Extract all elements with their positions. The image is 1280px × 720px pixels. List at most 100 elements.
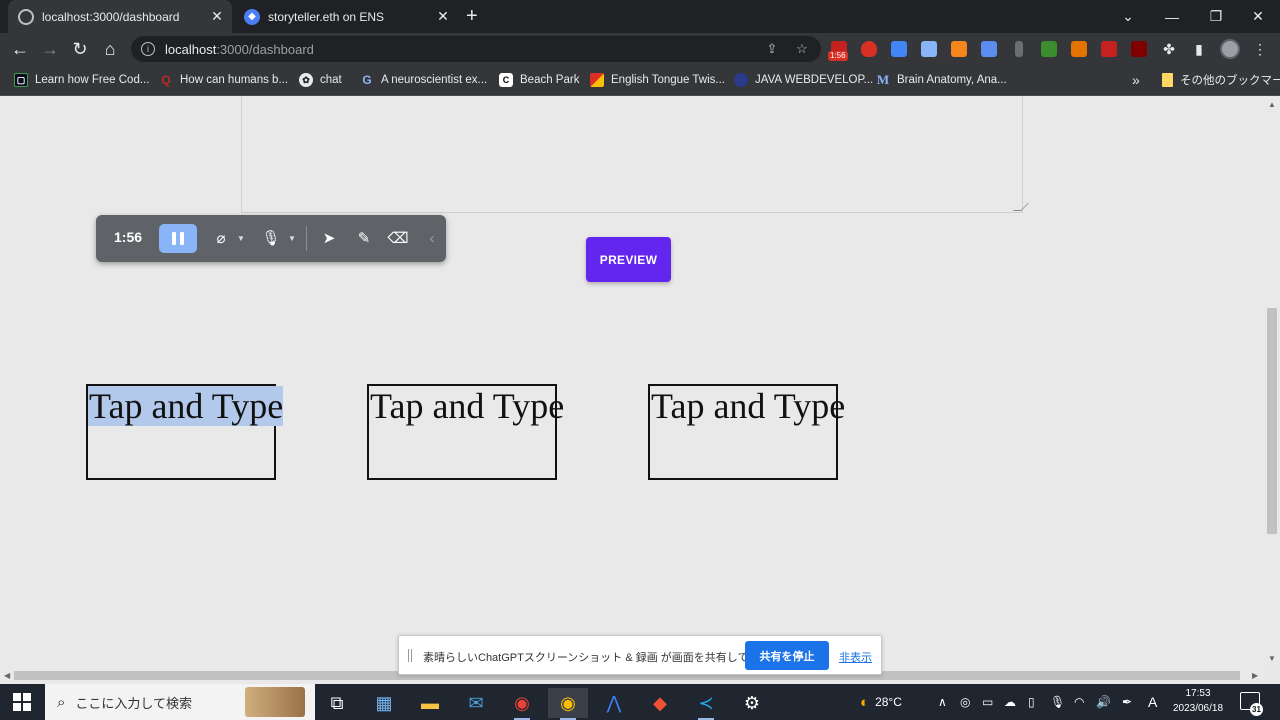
bottle-icon[interactable]: [1015, 41, 1023, 57]
microphone-icon[interactable]: 🎙: [260, 227, 282, 249]
openai-icon: ✿: [299, 73, 313, 87]
tray-mic-icon[interactable]: 🎙: [1050, 684, 1065, 720]
tap-type-text[interactable]: Tap and Type: [369, 386, 564, 426]
bookmark-item[interactable]: G A neuroscientist ex...: [360, 65, 487, 95]
pinterest-icon[interactable]: [1101, 41, 1117, 57]
reload-icon[interactable]: ↻: [68, 37, 92, 61]
tap-type-box[interactable]: Tap and Type: [86, 384, 284, 480]
arc-icon[interactable]: ⋀: [594, 688, 634, 718]
window-close-icon[interactable]: ✕: [1236, 0, 1280, 33]
metamask-icon[interactable]: [951, 41, 967, 57]
bookmark-item[interactable]: JAVA WEBDEVELOP...: [734, 65, 873, 95]
tab-dashboard[interactable]: localhost:3000/dashboard ✕: [8, 0, 232, 33]
bookmark-item[interactable]: ✿ chat: [299, 65, 342, 95]
other-bookmarks[interactable]: その他のブックマーク: [1162, 65, 1280, 95]
bookmark-star-icon[interactable]: ☆: [794, 41, 810, 57]
bookmark-item[interactable]: ▢ Learn how Free Cod...: [14, 65, 149, 95]
file-explorer-icon[interactable]: ▬: [410, 688, 450, 718]
tray-battery-icon[interactable]: ▭: [982, 684, 993, 720]
git-icon[interactable]: ◆: [640, 688, 680, 718]
extension-badge: 1:56: [828, 51, 848, 61]
tab-search-chevron-icon[interactable]: ⌄: [1106, 0, 1150, 33]
tray-cloud-icon[interactable]: ☁: [1004, 684, 1016, 720]
tap-type-box[interactable]: Tap and Type: [648, 384, 845, 480]
bookmarks-overflow-icon[interactable]: »: [1132, 65, 1140, 95]
taskbar-search-box[interactable]: ⌕ ここに入力して検索: [45, 684, 315, 720]
store-icon[interactable]: ▦: [364, 688, 404, 718]
story-textarea[interactable]: [241, 96, 1029, 213]
c-icon: C: [499, 73, 513, 87]
scroll-down-icon[interactable]: ▼: [1268, 654, 1276, 663]
wifi-icon[interactable]: ◠: [1074, 684, 1084, 720]
megaphone-icon[interactable]: [1071, 41, 1087, 57]
shield-icon[interactable]: [861, 41, 877, 57]
close-icon[interactable]: ✕: [208, 8, 226, 25]
weather-temp: 28°C: [875, 695, 902, 709]
ublock-icon[interactable]: [1131, 41, 1147, 57]
taskbar-clock[interactable]: 17:53 2023/06/18: [1166, 686, 1230, 716]
drag-handle-icon[interactable]: [408, 649, 412, 662]
ime-indicator[interactable]: A: [1148, 684, 1157, 720]
pause-button[interactable]: [159, 224, 197, 253]
close-icon[interactable]: ✕: [434, 8, 452, 25]
tap-type-text[interactable]: Tap and Type: [650, 386, 845, 426]
windows-start-icon[interactable]: [13, 693, 31, 711]
mail-icon[interactable]: ✉: [456, 688, 496, 718]
minimize-icon[interactable]: —: [1150, 0, 1194, 33]
address-bar[interactable]: i localhost:3000/dashboard: [131, 36, 821, 62]
collapse-chevron-icon[interactable]: ‹: [421, 227, 443, 249]
tray-overflow-icon[interactable]: ∧: [938, 684, 947, 720]
weather-widget[interactable]: ◐ 28°C: [860, 684, 902, 720]
new-tab-icon[interactable]: +: [466, 5, 478, 27]
share-icon[interactable]: ⇪: [764, 41, 780, 57]
robot-icon[interactable]: [921, 41, 937, 57]
scroll-up-icon[interactable]: ▲: [1268, 100, 1276, 109]
scroll-left-icon[interactable]: ◀: [4, 671, 10, 680]
pen-tray-icon[interactable]: ✒: [1122, 684, 1132, 720]
task-view-icon[interactable]: ⧉: [317, 688, 357, 718]
chevron-down-icon[interactable]: ▼: [237, 234, 245, 243]
pen-icon[interactable]: ✎: [353, 227, 375, 249]
bookmark-item[interactable]: Q How can humans b...: [159, 65, 288, 95]
scrollbar-thumb[interactable]: [1267, 308, 1277, 534]
cursor-icon[interactable]: ➤: [318, 227, 340, 249]
tap-type-box[interactable]: Tap and Type: [367, 384, 564, 480]
menu-kebab-icon[interactable]: ⋮: [1250, 39, 1270, 59]
screen-icon[interactable]: [981, 41, 997, 57]
profile-avatar[interactable]: [1220, 39, 1240, 59]
tap-type-text[interactable]: Tap and Type: [88, 386, 284, 426]
bookmark-label: chat: [320, 74, 342, 86]
chevron-down-icon[interactable]: ▼: [288, 234, 296, 243]
screen-share-bar: 素晴らしいChatGPTスクリーンショット & 録画 が画面を共有しています。 …: [398, 635, 882, 675]
restore-icon[interactable]: ❐: [1194, 0, 1238, 33]
camera-off-icon[interactable]: ⌀: [210, 227, 232, 249]
bookmark-item[interactable]: M Brain Anatomy, Ana...: [876, 65, 1007, 95]
url-host: localhost: [165, 41, 217, 57]
hide-link[interactable]: 非表示: [839, 649, 872, 665]
scroll-right-icon[interactable]: ▶: [1252, 671, 1258, 680]
info-icon[interactable]: i: [141, 42, 155, 56]
bookmark-label: Learn how Free Cod...: [35, 74, 150, 86]
tree-icon[interactable]: [1041, 41, 1057, 57]
vscode-icon[interactable]: ≺: [686, 688, 726, 720]
preview-button[interactable]: PREVIEW: [586, 237, 671, 282]
side-panel-icon[interactable]: ▮: [1189, 39, 1209, 59]
tray-device-icon[interactable]: ▯: [1028, 684, 1035, 720]
forward-icon[interactable]: →: [38, 37, 62, 61]
chrome-icon[interactable]: ◉: [502, 688, 542, 720]
puzzle-icon[interactable]: ✤: [1159, 39, 1179, 59]
settings-gear-icon[interactable]: ⚙: [732, 688, 772, 718]
eraser-icon[interactable]: ⌫: [387, 227, 409, 249]
vertical-scrollbar[interactable]: ▲ ▼: [1264, 96, 1280, 668]
translate-icon[interactable]: [891, 41, 907, 57]
chrome-active-icon[interactable]: ◉: [548, 688, 588, 720]
resize-grip-icon[interactable]: [1013, 203, 1029, 211]
tray-record-icon[interactable]: ◎: [960, 684, 970, 720]
volume-icon[interactable]: 🔊: [1096, 684, 1111, 720]
home-icon[interactable]: ⌂: [98, 37, 122, 61]
back-icon[interactable]: ←: [8, 37, 32, 61]
bookmark-item[interactable]: English Tongue Twis...: [590, 65, 725, 95]
tab-ens[interactable]: ◆ storyteller.eth on ENS ✕: [236, 0, 458, 33]
bookmark-item[interactable]: C Beach Park: [499, 65, 579, 95]
stop-sharing-button[interactable]: 共有を停止: [745, 641, 829, 670]
